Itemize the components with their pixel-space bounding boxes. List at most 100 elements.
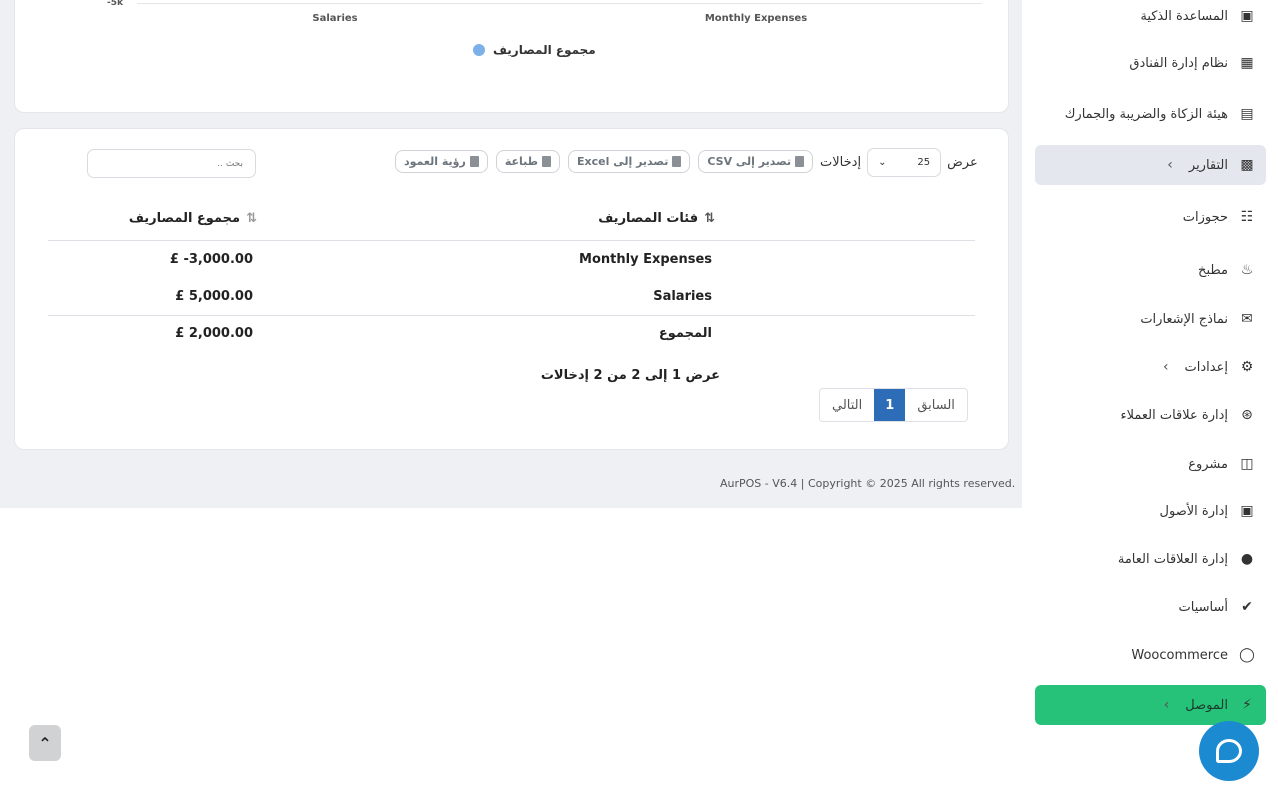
envelope-icon: ✉	[1241, 311, 1253, 327]
sidebar-item-connector[interactable]: ⚡ الموصل ›	[1035, 685, 1266, 725]
total-label: المجموع	[658, 326, 712, 341]
column-header-amount[interactable]: ⇅ مجموع المصاريف	[128, 211, 257, 226]
sidebar-item-settings[interactable]: ⚙ إعدادات ›	[1035, 347, 1266, 387]
export-excel-button[interactable]: تصدير إلى Excel	[568, 150, 691, 173]
file-icon	[795, 156, 805, 167]
sidebar-item-crm[interactable]: ⊛ إدارة علاقات العملاء	[1035, 395, 1266, 435]
sidebar-item-bookings[interactable]: ☷ حجوزات	[1035, 197, 1266, 237]
print-label: طباعة	[504, 155, 538, 168]
columns-icon	[469, 156, 479, 167]
export-csv-button[interactable]: تصدير إلى CSV	[698, 150, 814, 173]
sidebar-item-label: إدارة علاقات العملاء	[1120, 407, 1228, 423]
users-icon: ●	[1240, 551, 1254, 567]
pagination-page-1[interactable]: 1	[874, 389, 906, 421]
sidebar-item-hotel[interactable]: ▦ نظام إدارة الفنادق	[1035, 43, 1266, 83]
table-info: عرض 1 إلى 2 من 2 إدخالات	[540, 368, 720, 383]
sidebar-item-label: نماذج الإشعارات	[1140, 311, 1228, 327]
sidebar-item-woocommerce[interactable]: ◯ Woocommerce	[1035, 635, 1266, 675]
chevron-left-icon: ›	[1162, 359, 1169, 375]
sidebar-item-label: أساسيات	[1178, 599, 1228, 615]
sidebar-item-label: حجوزات	[1182, 209, 1228, 225]
show-label: عرض	[947, 155, 978, 170]
sidebar-item-label: المساعدة الذكية	[1140, 8, 1228, 24]
sidebar-item-label: التقارير	[1188, 157, 1228, 173]
export-toolbar: تصدير إلى CSV تصدير إلى Excel طباعة رؤية…	[395, 150, 814, 173]
sidebar-item-label: مطبخ	[1198, 262, 1228, 278]
sidebar-item-label: مشروع	[1188, 456, 1228, 472]
entries-label: إدخالات	[820, 155, 862, 170]
column-header-category[interactable]: ⇅ فئات المصاريف	[598, 211, 715, 226]
export-excel-label: تصدير إلى Excel	[577, 155, 669, 168]
export-csv-label: تصدير إلى CSV	[707, 155, 792, 168]
sidebar-item-label: Woocommerce	[1131, 647, 1228, 663]
sidebar: ▣ المساعدة الذكية ▦ نظام إدارة الفنادق ▤…	[1022, 0, 1278, 798]
sidebar-item-ai-assistant[interactable]: ▣ المساعدة الذكية	[1035, 0, 1266, 36]
legend-label: مجموع المصاريف	[493, 43, 596, 57]
sidebar-item-zakat[interactable]: ▤ هيئة الزكاة والضريبة والجمارك	[1035, 94, 1266, 134]
chart-tick-label: -5k	[107, 0, 123, 8]
project-icon: ◫	[1240, 456, 1254, 472]
chat-widget-button[interactable]	[1199, 721, 1259, 781]
header-divider	[48, 240, 975, 241]
footer-copyright: AurPOS - V6.4 | Copyright © 2025 All rig…	[720, 477, 1016, 490]
page-length-value: 25	[917, 157, 931, 168]
page-length-control: عرض 25 ⌄ إدخالات	[820, 148, 978, 177]
sidebar-item-reports[interactable]: ▩ التقارير ›	[1035, 145, 1266, 185]
main-content: -5k Salaries Monthly Expenses مجموع المص…	[0, 0, 1022, 508]
page-length-select[interactable]: 25 ⌄	[867, 148, 942, 177]
table-cell-category: Salaries	[653, 289, 712, 304]
sidebar-item-kitchen[interactable]: ♨ مطبخ	[1035, 250, 1266, 290]
chevron-up-icon: ⌃	[38, 733, 52, 753]
pagination-previous[interactable]: السابق	[905, 389, 967, 421]
sidebar-item-label: إدارة الأصول	[1159, 503, 1228, 519]
legend-marker	[473, 44, 485, 56]
sidebar-item-label: إدارة العلاقات العامة	[1117, 551, 1228, 567]
robot-icon: ▣	[1240, 8, 1254, 24]
sidebar-item-project[interactable]: ◫ مشروع	[1035, 444, 1266, 484]
chart-legend[interactable]: مجموع المصاريف	[473, 43, 596, 57]
printer-icon	[542, 156, 551, 167]
gear-icon: ⚙	[1240, 359, 1254, 375]
column-visibility-label: رؤية العمود	[404, 155, 466, 168]
table-cell-category: Monthly Expenses	[579, 252, 712, 267]
hotel-icon: ▦	[1240, 55, 1254, 71]
sidebar-item-label: هيئة الزكاة والضريبة والجمارك	[1064, 106, 1228, 122]
sidebar-item-label: الموصل	[1185, 697, 1228, 713]
plug-icon: ⚡	[1242, 697, 1252, 713]
sidebar-item-notification-templates[interactable]: ✉ نماذج الإشعارات	[1035, 299, 1266, 339]
total-divider	[48, 315, 975, 316]
sort-icon: ⇅	[704, 211, 715, 226]
wordpress-icon: ◯	[1239, 647, 1255, 663]
search-input[interactable]	[87, 149, 256, 178]
column-header-label: مجموع المصاريف	[128, 211, 241, 226]
column-header-label: فئات المصاريف	[598, 211, 699, 226]
print-button[interactable]: طباعة	[495, 150, 560, 173]
sidebar-item-basics[interactable]: ✔ أساسيات	[1035, 587, 1266, 627]
flame-icon: ♨	[1240, 262, 1254, 278]
check-circle-icon: ✔	[1241, 599, 1253, 615]
sidebar-item-public-relations[interactable]: ● إدارة العلاقات العامة	[1035, 539, 1266, 579]
chart-category-label: Monthly Expenses	[704, 13, 808, 24]
column-visibility-button[interactable]: رؤية العمود	[395, 150, 488, 173]
chevron-left-icon: ›	[1163, 697, 1170, 713]
scroll-to-top-button[interactable]: ⌃	[29, 725, 61, 761]
excel-file-icon	[672, 156, 682, 167]
pagination-next[interactable]: التالي	[820, 389, 875, 421]
chart-gridline	[137, 3, 982, 4]
table-cell-amount: £ 5,000.00	[175, 289, 253, 304]
chat-icon	[1216, 739, 1242, 763]
sort-icon: ⇅	[246, 211, 257, 226]
receipt-icon: ▤	[1240, 106, 1254, 122]
pagination: السابق 1 التالي	[819, 388, 968, 422]
table-cell-amount: £ -3,000.00	[169, 252, 253, 267]
sidebar-item-assets[interactable]: ▣ إدارة الأصول	[1035, 491, 1266, 531]
chart-category-label: Salaries	[312, 13, 358, 24]
antenna-icon: ⊛	[1241, 407, 1253, 423]
chevron-down-icon: ⌄	[878, 157, 887, 168]
chart-card: -5k Salaries Monthly Expenses مجموع المص…	[14, 0, 1009, 113]
sidebar-item-label: نظام إدارة الفنادق	[1129, 55, 1228, 71]
calendar-icon: ☷	[1240, 209, 1254, 225]
sidebar-item-label: إعدادات	[1184, 359, 1228, 375]
total-amount: £ 2,000.00	[175, 326, 253, 341]
chevron-left-icon: ›	[1167, 157, 1173, 173]
